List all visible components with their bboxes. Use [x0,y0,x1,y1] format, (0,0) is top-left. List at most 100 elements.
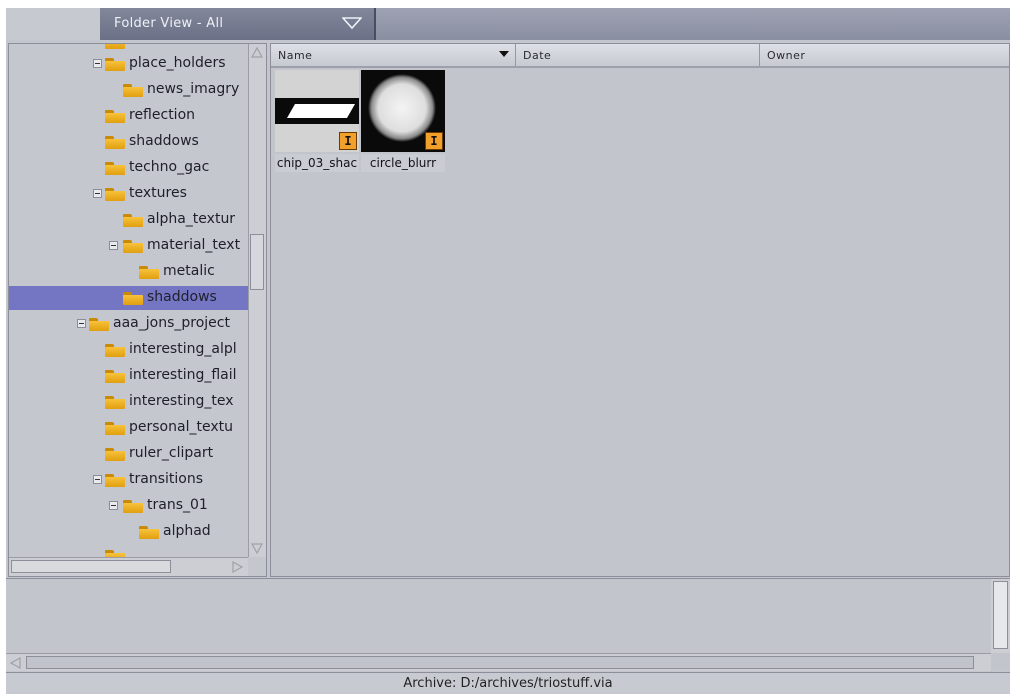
tree-item-label: aaa_jons_project [113,315,230,331]
circle-preview-thumbnail: I [361,70,445,152]
folder-view-dropdown[interactable]: Folder View - All [100,8,376,40]
folder-icon [105,162,125,175]
tree-horizontal-scrollbar[interactable] [9,557,248,576]
tree-item-label: personal_textu [129,419,233,435]
tree-item-alphad[interactable]: alphad [9,520,248,544]
folder-icon [105,44,125,49]
tree-item-label: ruler_clipart [129,445,214,461]
tree-item-interesting-alpl[interactable]: interesting_alpl [9,338,248,362]
details-vertical-scroll-thumb[interactable] [993,581,1008,649]
tree-item-ruler-clipart[interactable]: ruler_clipart [9,442,248,466]
folder-tree: place_holders news_imagry reflection shaddo… [9,44,248,557]
tree-item-label: transitions [129,471,203,487]
scroll-down-arrow-icon[interactable] [250,540,264,556]
folder-icon [105,550,125,557]
tree-item-textures[interactable]: textures [9,182,248,206]
tree-item-label: interesting_flail [129,367,237,383]
folder-view-label: Folder View - All [114,16,224,31]
scroll-right-arrow-icon[interactable] [230,560,244,574]
collapse-icon[interactable] [93,59,102,68]
details-panel [6,578,1010,671]
archive-path: Archive: D:/archives/triostuff.via [403,676,613,691]
folder-icon [105,136,125,149]
tree-item-interesting-tex[interactable]: interesting_tex [9,390,248,414]
folder-icon [105,448,125,461]
tree-item-alpha-textur[interactable]: alpha_textur [9,208,248,232]
sort-descending-icon [499,51,509,57]
tree-horizontal-scroll-thumb[interactable] [11,560,171,573]
column-header-date[interactable]: Date [516,44,760,66]
collapse-icon[interactable] [77,319,86,328]
details-vertical-scrollbar[interactable] [991,579,1010,653]
tree-item-label: interesting_alpl [129,341,237,357]
folder-tree-panel: place_holders news_imagry reflection shaddo… [8,43,267,577]
tree-item-techno-gac[interactable]: techno_gac [9,156,248,180]
tree-item-reflection[interactable]: reflection [9,104,248,128]
folder-icon [105,422,125,435]
file-list-panel: Name Date Owner I chip_03_shac I circle_… [270,43,1010,577]
tree-item-interesting-flail[interactable]: interesting_flail [9,364,248,388]
tree-item-label: textures [129,185,187,201]
tree-item-partial[interactable] [9,544,248,557]
tree-item-label: interesting_tex [129,393,234,409]
folder-icon [139,526,159,539]
status-bar: Archive: D:/archives/triostuff.via [6,672,1010,694]
folder-icon [105,344,125,357]
details-horizontal-scroll-thumb[interactable] [26,656,974,669]
scroll-up-arrow-icon[interactable] [250,45,264,61]
folder-icon [105,370,125,383]
collapse-icon[interactable] [109,501,118,510]
tree-vertical-scroll-thumb[interactable] [250,234,264,290]
folder-icon [123,292,143,305]
collapse-icon[interactable] [93,475,102,484]
file-caption: circle_blurr [361,154,445,172]
tree-item-aaa-jons-project[interactable]: aaa_jons_project [9,312,248,336]
tree-item-label: shaddows [147,289,217,305]
folder-icon [123,500,143,513]
tree-item-label: trans_01 [147,497,208,513]
column-header-divider [271,66,1009,68]
collapse-icon[interactable] [109,241,118,250]
tree-item-label: alphad [163,523,211,539]
tree-item-personal-textu[interactable]: personal_textu [9,416,248,440]
tree-vertical-scrollbar[interactable] [248,44,266,557]
tree-item-metalic[interactable]: metalic [9,260,248,284]
image-type-badge: I [339,132,357,150]
folder-icon [105,188,125,201]
chevron-down-icon [342,17,362,30]
header-bar [376,8,1010,40]
file-item-chip[interactable]: I chip_03_shac [275,70,359,174]
folder-icon [89,318,109,331]
folder-icon [105,474,125,487]
chip-preview-thumbnail: I [275,70,359,152]
folder-icon [139,266,159,279]
details-horizontal-scrollbar[interactable] [6,653,991,671]
tree-item-label: alpha_textur [147,211,236,227]
tree-item-news-imagry[interactable]: news_imagry [9,78,248,102]
asset-browser-window: Folder View - All place_holders news_imag… [6,8,1010,694]
collapse-icon[interactable] [93,189,102,198]
folder-icon [123,84,143,97]
image-type-badge: I [425,132,443,150]
tree-item-label: place_holders [129,55,226,71]
tree-item-label: reflection [129,107,196,123]
column-header-name[interactable]: Name [271,44,516,66]
folder-icon [105,110,125,123]
column-header-owner[interactable]: Owner [760,44,1009,66]
folder-icon [105,396,125,409]
tree-item-shaddows[interactable]: shaddows [9,130,248,154]
tree-item-label: material_text [147,237,241,253]
tree-item-label: news_imagry [147,81,240,97]
folder-icon [105,58,125,71]
tree-item-label: metalic [163,263,215,279]
folder-icon [123,240,143,253]
tree-item-trans-01[interactable]: trans_01 [9,494,248,518]
tree-item-material-text[interactable]: material_text [9,234,248,258]
tree-item-transitions[interactable]: transitions [9,468,248,492]
tree-item-place-holders[interactable]: place_holders [9,52,248,76]
file-item-circle[interactable]: I circle_blurr [361,70,445,174]
tree-item-shaddows[interactable]: shaddows [9,286,248,310]
scroll-left-arrow-icon[interactable] [9,656,23,670]
tree-item-label: techno_gac [129,159,210,175]
folder-icon [123,214,143,227]
